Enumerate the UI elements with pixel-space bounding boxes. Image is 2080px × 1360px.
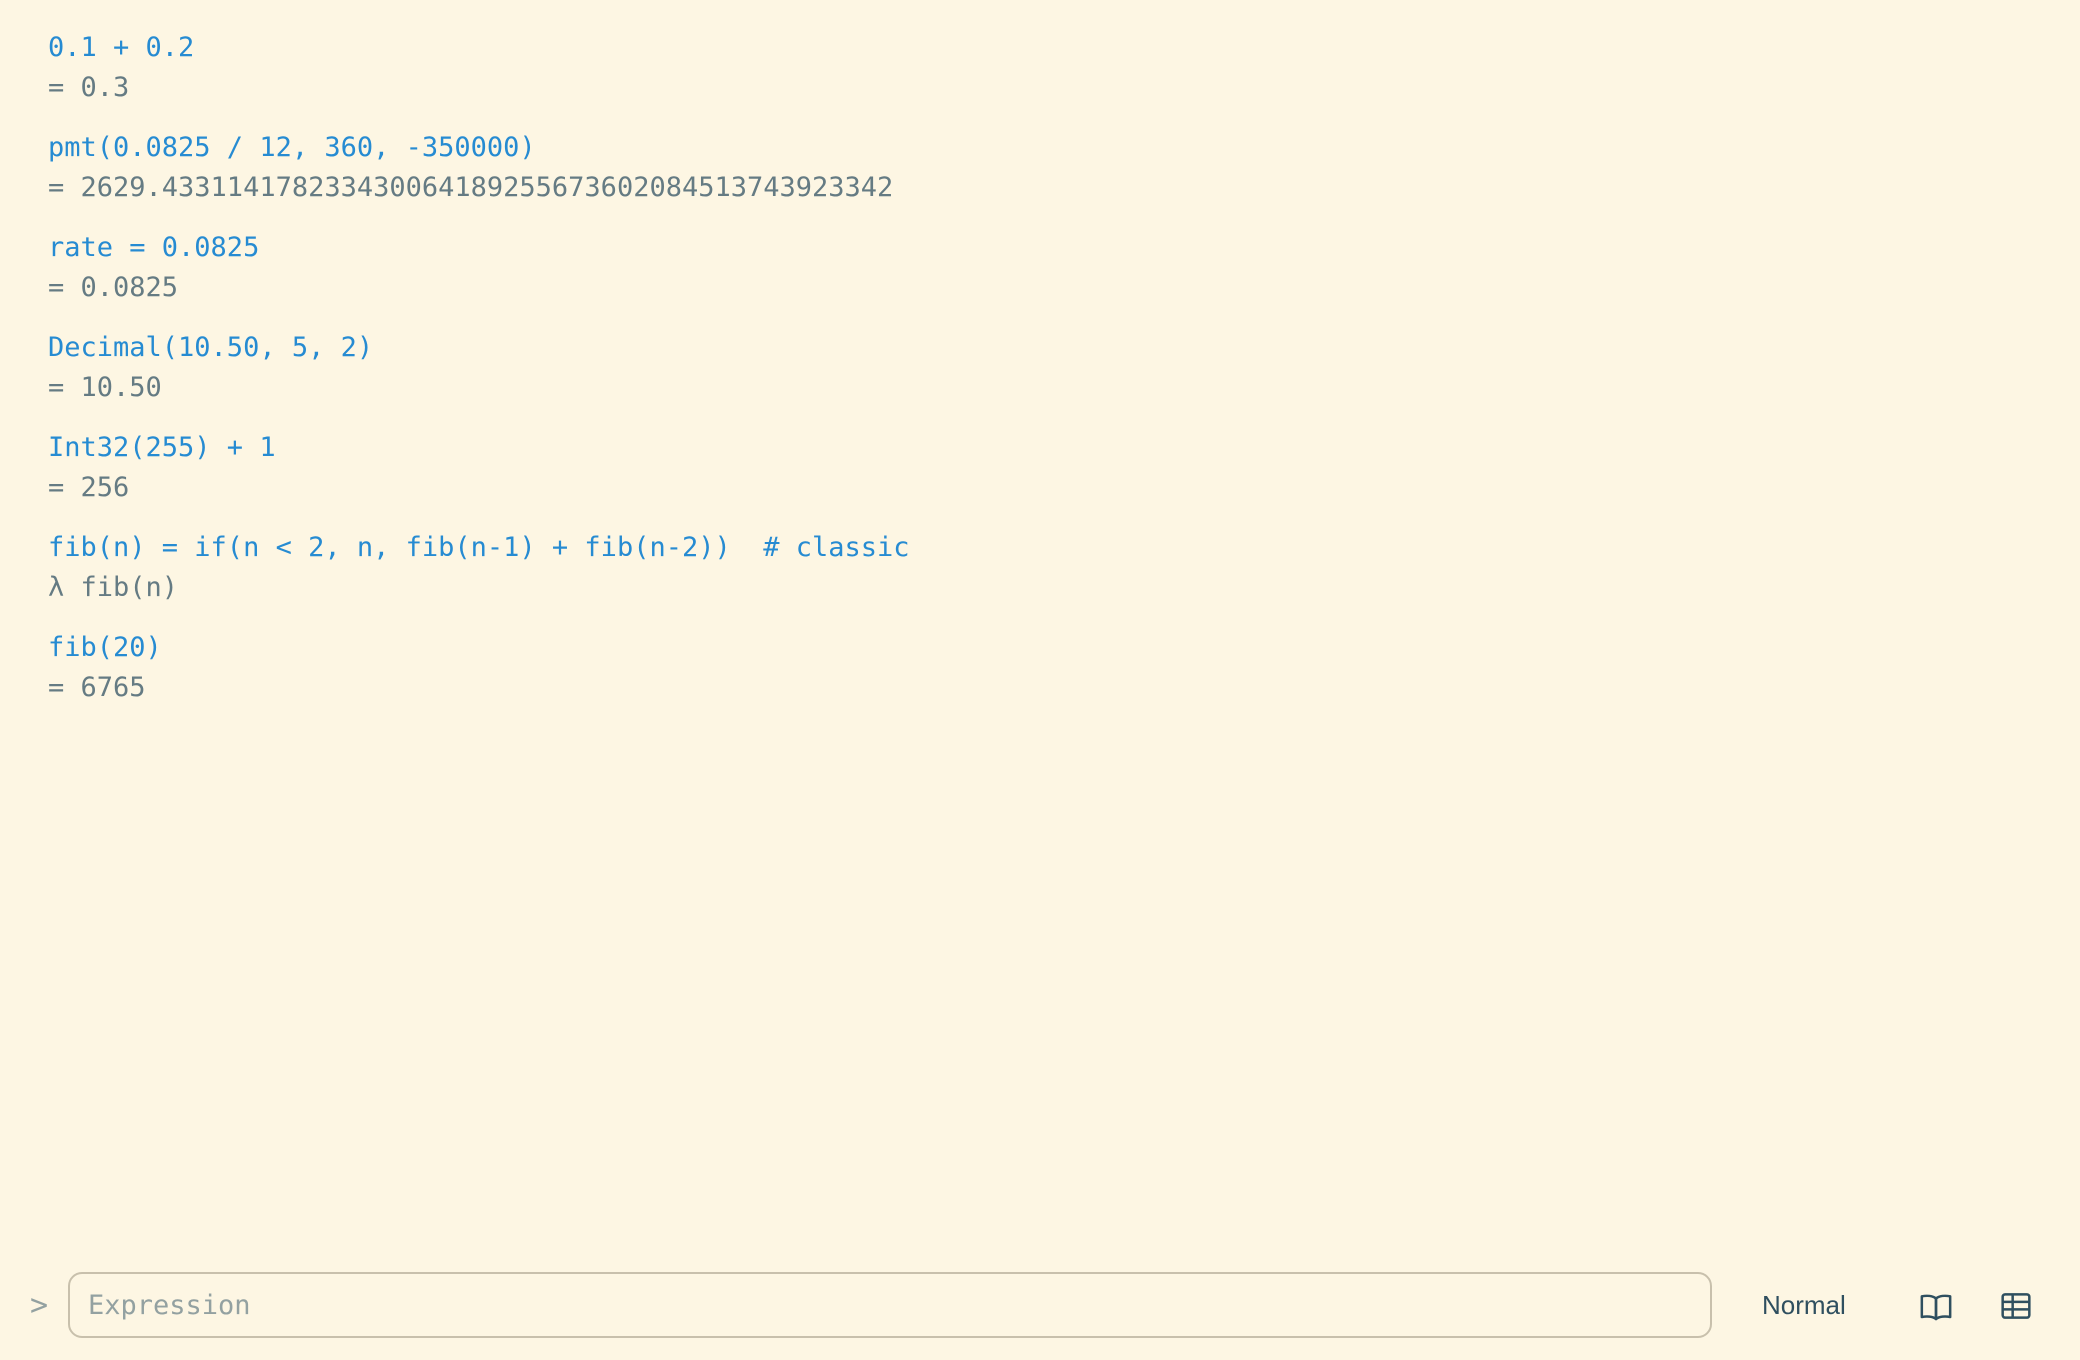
history-input[interactable]: Decimal(10.50, 5, 2) bbox=[48, 328, 2032, 368]
history-entry: pmt(0.0825 / 12, 360, -350000) = 2629.43… bbox=[48, 128, 2032, 208]
history-output: = 10.50 bbox=[48, 372, 162, 403]
history-entry: rate = 0.0825 = 0.0825 bbox=[48, 228, 2032, 308]
table-icon bbox=[1996, 1286, 2036, 1326]
history-output: = 2629.433114178233430064189255673602084… bbox=[48, 172, 894, 203]
book-open-icon bbox=[1916, 1286, 1956, 1326]
history-input[interactable]: fib(20) bbox=[48, 628, 2032, 668]
history-output: = 256 bbox=[48, 472, 130, 503]
history-output: = 0.0825 bbox=[48, 272, 179, 303]
table-button[interactable] bbox=[1996, 1286, 2036, 1326]
history-entry: Decimal(10.50, 5, 2) = 10.50 bbox=[48, 328, 2032, 408]
history-output: λ fib(n) bbox=[48, 572, 179, 603]
history-input[interactable]: 0.1 + 0.2 bbox=[48, 28, 2032, 68]
history-entry: Int32(255) + 1 = 256 bbox=[48, 428, 2032, 508]
history-input[interactable]: rate = 0.0825 bbox=[48, 228, 2032, 268]
history-panel: 0.1 + 0.2 = 0.3 pmt(0.0825 / 12, 360, -3… bbox=[48, 28, 2032, 728]
docs-button[interactable] bbox=[1916, 1286, 1956, 1326]
history-entry: fib(20) = 6765 bbox=[48, 628, 2032, 708]
prompt-symbol: > bbox=[30, 1288, 49, 1323]
history-input[interactable]: fib(n) = if(n < 2, n, fib(n-1) + fib(n-2… bbox=[48, 528, 2032, 568]
history-input[interactable]: pmt(0.0825 / 12, 360, -350000) bbox=[48, 128, 2032, 168]
history-output: = 0.3 bbox=[48, 72, 130, 103]
history-entry: fib(n) = if(n < 2, n, fib(n-1) + fib(n-2… bbox=[48, 528, 2032, 608]
history-input[interactable]: Int32(255) + 1 bbox=[48, 428, 2032, 468]
expression-input[interactable] bbox=[68, 1272, 1712, 1338]
history-entry: 0.1 + 0.2 = 0.3 bbox=[48, 28, 2032, 108]
mode-button[interactable]: Normal bbox=[1742, 1284, 1866, 1326]
history-output: = 6765 bbox=[48, 672, 146, 703]
